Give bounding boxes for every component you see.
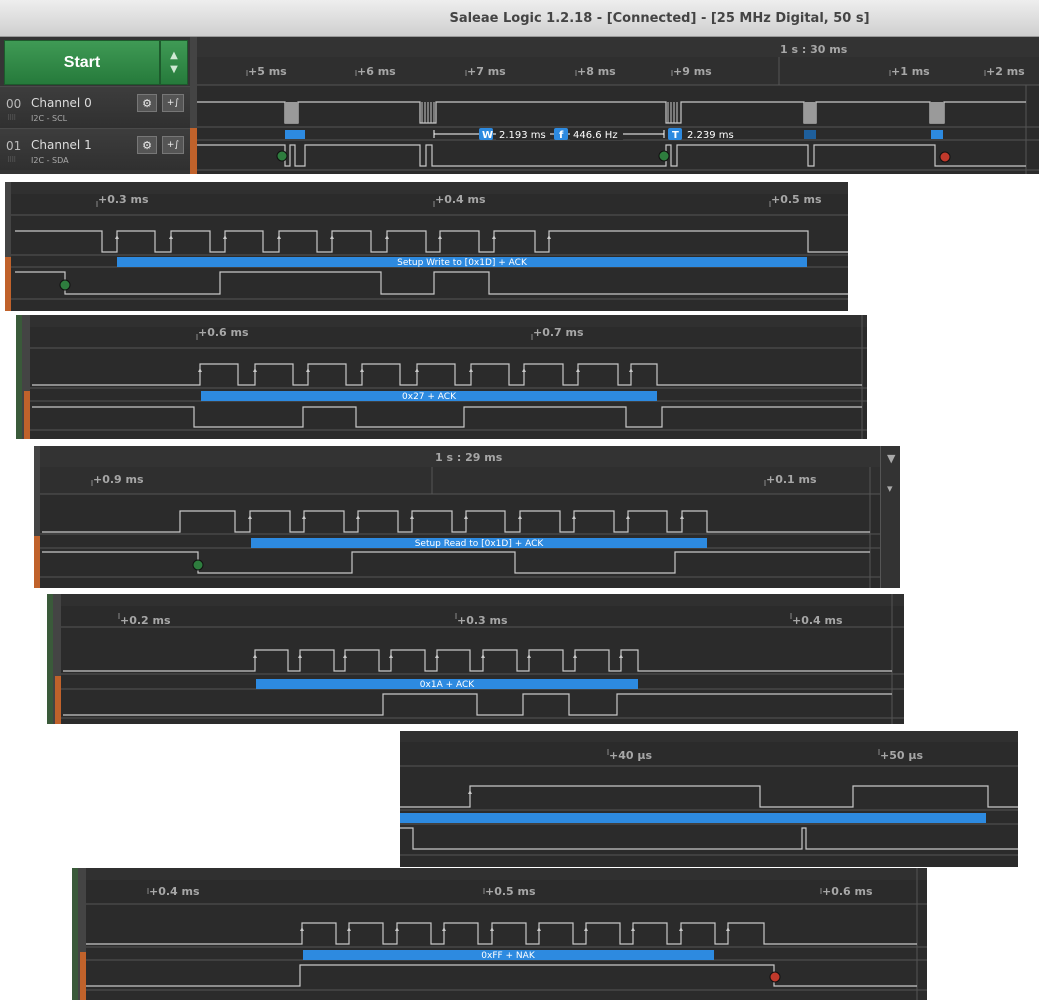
annotation-label: 0x27 + ACK	[402, 392, 457, 402]
stop-condition-marker	[939, 151, 951, 163]
grip-icon[interactable]: ⠿⠿	[7, 156, 16, 164]
tick-label: +0.2 ms	[120, 614, 171, 627]
channel-analyzer-label: I2C - SDA	[31, 156, 69, 165]
add-analyzer-icon[interactable]: +∫	[162, 94, 184, 112]
tick-label: +0.6 ms	[198, 326, 249, 339]
tick-label: +50 µs	[880, 749, 923, 762]
tick-label: +0.3 ms	[457, 614, 508, 627]
frequency-value: 446.6 Hz	[573, 130, 618, 141]
tick-label: +9 ms	[673, 65, 712, 78]
gear-icon[interactable]: ⚙	[137, 136, 157, 154]
chevron-down-icon[interactable]: ▼	[887, 452, 895, 465]
channel-row-0[interactable]: 00 ⠿⠿ Channel 0 I2C - SCL ⚙ +∫	[0, 86, 190, 128]
tick-label: +0.5 ms	[771, 193, 822, 206]
zoom-pane-6[interactable]: +0.4 ms +0.5 ms +0.6 ms 0xFF + NAK	[72, 868, 927, 1000]
time-marker: 1 s : 30 ms	[780, 43, 848, 56]
zoom-pane-1[interactable]: +0.3 ms +0.4 ms +0.5 ms Setup Write to […	[5, 182, 848, 311]
tick-label: +0.1 ms	[766, 473, 817, 486]
channel-row-1[interactable]: 01 ⠿⠿ Channel 1 I2C - SDA ⚙ +∫	[0, 128, 190, 170]
grip-icon[interactable]: ⠿⠿	[7, 114, 16, 122]
zoom-pane-4[interactable]: +0.2 ms +0.3 ms +0.4 ms 0x1A + ACK	[47, 594, 904, 724]
period-value: 2.239 ms	[687, 130, 734, 141]
start-button[interactable]: Start	[4, 40, 160, 85]
gear-icon[interactable]: ⚙	[137, 94, 157, 112]
main-window: Saleae Logic 1.2.18 - [Connected] - [25 …	[0, 0, 1039, 174]
filter-icon[interactable]: ▾	[887, 482, 893, 495]
tick-label: +0.9 ms	[93, 473, 144, 486]
zoom-pane-3[interactable]: 1 s : 29 ms +0.9 ms +0.1 ms Setup Read t…	[34, 446, 880, 588]
start-condition-marker	[276, 150, 288, 162]
tick-label: +7 ms	[467, 65, 506, 78]
start-condition-marker	[192, 559, 204, 571]
tick-label: +2 ms	[986, 65, 1025, 78]
title-bar: Saleae Logic 1.2.18 - [Connected] - [25 …	[0, 0, 1039, 37]
start-condition-marker	[59, 279, 71, 291]
tick-label: +0.4 ms	[435, 193, 486, 206]
channel-panel: Start ▲ ▼ 00 ⠿⠿ Channel 0 I2C - SCL ⚙ +∫ …	[0, 37, 190, 174]
tick-label: +0.5 ms	[485, 885, 536, 898]
annotation-label: 0x1A + ACK	[420, 680, 475, 690]
time-marker: 1 s : 29 ms	[435, 451, 503, 464]
width-value: 2.193 ms	[499, 130, 546, 141]
annotation-label: Setup Read to [0x1D] + ACK	[415, 539, 545, 549]
tick-label: +0.6 ms	[822, 885, 873, 898]
channel-name[interactable]: Channel 0	[31, 96, 92, 110]
tick-label: +0.4 ms	[149, 885, 200, 898]
side-panel-stub[interactable]: ▼ ▾	[880, 446, 900, 588]
annotation-bar	[400, 813, 986, 823]
channel-name[interactable]: Channel 1	[31, 138, 92, 152]
channel-number: 00	[6, 97, 22, 111]
zoom-pane-2[interactable]: +0.6 ms +0.7 ms 0x27 + ACK	[16, 315, 867, 439]
up-down-arrows-icon[interactable]: ▲ ▼	[160, 40, 188, 85]
tick-label: +8 ms	[577, 65, 616, 78]
add-analyzer-icon[interactable]: +∫	[162, 136, 184, 154]
tick-label: +0.3 ms	[98, 193, 149, 206]
width-icon: W	[482, 130, 493, 141]
channel-number: 01	[6, 139, 22, 153]
main-waveform-area[interactable]: 1 s : 30 ms +5 ms +6 ms +7 ms +8 ms +9 m…	[190, 37, 1039, 174]
tick-label: +6 ms	[357, 65, 396, 78]
annotation-label: 0xFF + NAK	[481, 951, 536, 961]
annotation-label: Setup Write to [0x1D] + ACK	[397, 258, 528, 268]
frequency-icon: f	[559, 130, 564, 141]
start-condition-marker	[658, 150, 670, 162]
tick-label: +40 µs	[609, 749, 652, 762]
period-icon: T	[672, 130, 679, 141]
window-title: Saleae Logic 1.2.18 - [Connected] - [25 …	[449, 10, 870, 26]
tick-label: +5 ms	[248, 65, 287, 78]
stop-condition-marker	[769, 971, 781, 983]
tick-label: +1 ms	[891, 65, 930, 78]
tick-label: +0.4 ms	[792, 614, 843, 627]
zoom-pane-5[interactable]: +40 µs +50 µs	[400, 731, 1018, 867]
tick-label: +0.7 ms	[533, 326, 584, 339]
channel-analyzer-label: I2C - SCL	[31, 114, 68, 123]
